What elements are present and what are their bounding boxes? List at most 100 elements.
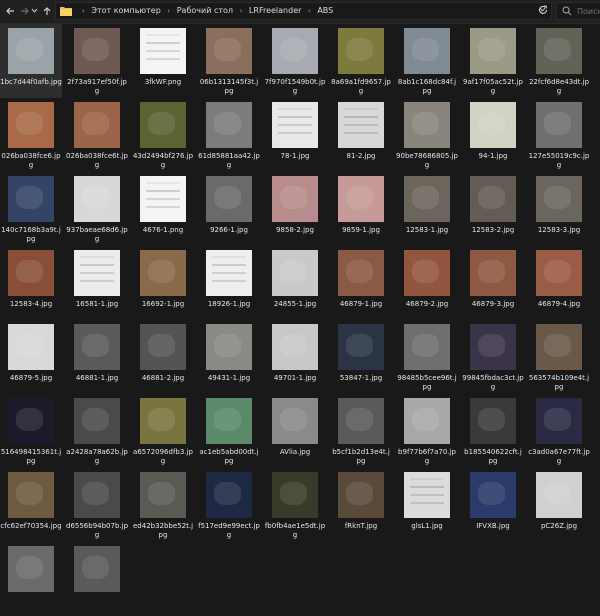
file-thumbnail [140, 176, 186, 222]
file-item[interactable]: 43d2494bf276.jpg [132, 98, 194, 172]
file-item[interactable]: 49431-1.jpg [198, 320, 260, 394]
file-name: 140c7168b3a9t.jpg [1, 226, 61, 243]
file-item[interactable] [66, 542, 128, 616]
file-thumbnail [74, 324, 120, 370]
file-name: ed42b32bbe52t.jpg [132, 522, 194, 539]
file-item[interactable]: b185540622cft.jpg [462, 394, 524, 468]
file-item[interactable]: 9266-1.jpg [198, 172, 260, 246]
file-item[interactable]: 16581-1.jpg [66, 246, 128, 320]
arrow-right-icon [21, 7, 29, 15]
file-item[interactable]: 94-1.jpg [462, 98, 524, 172]
file-item[interactable]: cfc62ef70354.jpg [0, 468, 62, 542]
file-item[interactable]: 46879-1.jpg [330, 246, 392, 320]
file-item[interactable]: 46879-3.jpg [462, 246, 524, 320]
up-button[interactable] [40, 3, 54, 19]
file-item[interactable]: 9858-2.jpg [264, 172, 326, 246]
file-thumbnail [206, 102, 252, 148]
file-thumbnail [470, 472, 516, 518]
file-item[interactable]: 516498415361t.jpg [0, 394, 62, 468]
refresh-button[interactable] [536, 3, 550, 17]
file-item[interactable]: 61d85881aa42.jpg [198, 98, 260, 172]
file-item[interactable]: 9af17f05ac52t.jpg [462, 24, 524, 98]
file-item[interactable]: c3ad0a67e77ft.jpg [528, 394, 590, 468]
file-thumbnail [470, 176, 516, 222]
file-item[interactable]: 12583-4.jpg [0, 246, 62, 320]
file-item[interactable]: fb0fb4ae1e5dt.jpg [264, 468, 326, 542]
file-item[interactable]: 99845fbdac3ct.jpg [462, 320, 524, 394]
file-thumbnail [404, 176, 450, 222]
file-item[interactable]: f517ed9e99ect.jpg [198, 468, 260, 542]
file-item[interactable]: 026ba038fce6t.jpg [66, 98, 128, 172]
file-item[interactable]: 140c7168b3a9t.jpg [0, 172, 62, 246]
file-item[interactable]: a6572096dfb3.jpg [132, 394, 194, 468]
search-input[interactable] [577, 3, 600, 19]
file-name: 2f73a917ef50f.jpg [67, 78, 127, 95]
file-thumbnail [140, 398, 186, 444]
file-item[interactable]: glsL1.jpg [396, 468, 458, 542]
search-box[interactable] [556, 2, 600, 20]
file-name: 127e55019c9c.jpg [528, 152, 590, 169]
file-thumbnail [74, 102, 120, 148]
file-item[interactable]: 12583-2.jpg [462, 172, 524, 246]
file-item[interactable]: 127e55019c9c.jpg [528, 98, 590, 172]
file-item[interactable]: IFVXB.jpg [462, 468, 524, 542]
file-item[interactable]: 2f73a917ef50f.jpg [66, 24, 128, 98]
file-item[interactable] [0, 542, 62, 616]
file-item[interactable]: 22fcf6d8e43dt.jpg [528, 24, 590, 98]
file-item[interactable]: 53847-1.jpg [330, 320, 392, 394]
file-item[interactable]: 1bc7d44f0afb.jpg [0, 24, 62, 98]
file-item[interactable]: 46879-2.jpg [396, 246, 458, 320]
file-item[interactable]: d6556b94b07b.jpg [66, 468, 128, 542]
refresh-icon [539, 5, 548, 14]
file-item[interactable]: ac1eb5abd00dt.jpg [198, 394, 260, 468]
file-item[interactable]: 90be78686805.jpg [396, 98, 458, 172]
breadcrumb-lrfreelander[interactable]: LRFreelander [249, 3, 301, 19]
file-item[interactable]: 12583-3.jpg [528, 172, 590, 246]
file-item[interactable]: 49701-1.jpg [264, 320, 326, 394]
file-item[interactable]: 18926-1.jpg [198, 246, 260, 320]
file-item[interactable]: 12583-1.jpg [396, 172, 458, 246]
file-name: 8a69a1fd9657.jpg [331, 78, 391, 95]
chevron-right-icon: › [307, 7, 311, 15]
file-item[interactable]: 8a69a1fd9657.jpg [330, 24, 392, 98]
file-name: IFVXB.jpg [476, 522, 510, 530]
file-item[interactable]: fRknT.jpg [330, 468, 392, 542]
file-thumbnail [8, 102, 54, 148]
back-button[interactable] [3, 3, 17, 19]
file-item[interactable]: 7f970f1549b0t.jpg [264, 24, 326, 98]
file-item[interactable]: b5cf1b2d13e4t.jpg [330, 394, 392, 468]
file-item[interactable]: 78-1.jpg [264, 98, 326, 172]
file-item[interactable]: 8ab1c168dc84f.jpg [396, 24, 458, 98]
file-item[interactable]: 026ba038fce6.jpg [0, 98, 62, 172]
file-item[interactable]: 81-2.jpg [330, 98, 392, 172]
file-item[interactable]: AVlia.jpg [264, 394, 326, 468]
file-item[interactable]: 98485b5cee96t.jpg [396, 320, 458, 394]
file-item[interactable]: 24855-1.jpg [264, 246, 326, 320]
file-item[interactable]: 46879-5.jpg [0, 320, 62, 394]
chevron-right-icon: › [167, 7, 171, 15]
breadcrumb-abs[interactable]: ABS [317, 3, 333, 19]
recent-locations-button[interactable] [30, 3, 38, 19]
file-item[interactable]: 4676-1.png [132, 172, 194, 246]
file-item[interactable]: 937baeae68d6.jpg [66, 172, 128, 246]
file-item[interactable]: 9859-1.jpg [330, 172, 392, 246]
file-item[interactable]: pC26Z.jpg [528, 468, 590, 542]
file-item[interactable]: ed42b32bbe52t.jpg [132, 468, 194, 542]
file-item[interactable]: 06b1313145f3t.jpg [198, 24, 260, 98]
file-thumbnail [338, 28, 384, 74]
file-item[interactable]: 46879-4.jpg [528, 246, 590, 320]
file-thumbnail [140, 102, 186, 148]
file-thumbnail [8, 398, 54, 444]
file-item[interactable]: 16692-1.jpg [132, 246, 194, 320]
file-item[interactable]: 563574b109e4t.jpg [528, 320, 590, 394]
file-item[interactable]: 46881-1.jpg [66, 320, 128, 394]
address-bar[interactable]: › Этот компьютер › Рабочий стол › LRFree… [55, 2, 552, 20]
file-item[interactable]: a2428a78a62b.jpg [66, 394, 128, 468]
file-item[interactable]: 46881-2.jpg [132, 320, 194, 394]
breadcrumb-this-pc[interactable]: Этот компьютер [91, 3, 160, 19]
file-name: 46881-2.jpg [141, 374, 185, 382]
breadcrumb-desktop[interactable]: Рабочий стол [177, 3, 233, 19]
file-item[interactable]: 3fkWF.png [132, 24, 194, 98]
file-item[interactable]: b9f77b6f7a70.jpg [396, 394, 458, 468]
file-thumbnail [536, 472, 582, 518]
